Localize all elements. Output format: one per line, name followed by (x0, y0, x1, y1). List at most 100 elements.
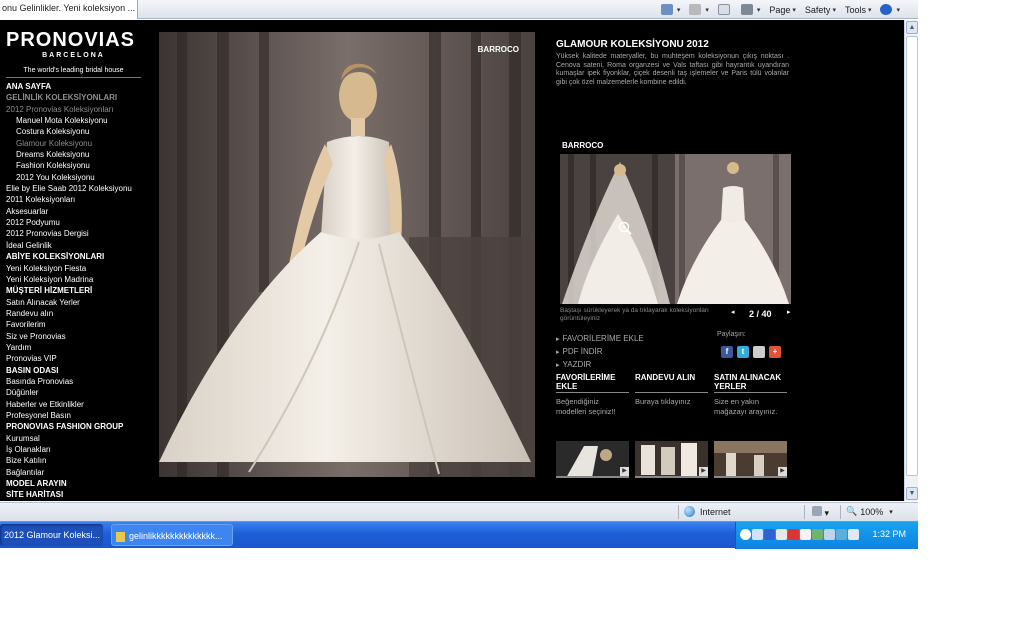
scroll-thumb[interactable] (906, 36, 918, 476)
nav-item[interactable]: 2012 Podyumu (6, 217, 156, 228)
security-icon[interactable] (776, 529, 787, 540)
mail-icon (717, 4, 730, 15)
windows-taskbar: 2012 Glamour Koleksi... gelinlikkkkkkkkk… (0, 521, 918, 549)
taskbar-item-browser[interactable]: 2012 Glamour Koleksi... (0, 524, 103, 546)
app-tray-icon[interactable] (836, 529, 847, 540)
tools-menu[interactable]: Tools ▾ (845, 5, 872, 15)
zoom-dropdown-icon: ▾ (889, 508, 893, 516)
nav-item[interactable]: Dreams Koleksiyonu (6, 149, 156, 160)
update-icon[interactable] (800, 529, 811, 540)
nav-item[interactable]: Elie by Elie Saab 2012 Koleksiyonu (6, 183, 156, 194)
email-share-icon[interactable] (753, 346, 765, 358)
video-thumb-2[interactable]: ▶ (635, 441, 708, 478)
favorites-box[interactable]: FAVORİLERİME EKLE Beğendiğiniz modelleri… (556, 373, 629, 417)
nav-item[interactable]: Haberler ve Etkinlikler (6, 399, 156, 410)
nav-item[interactable]: Kurumsal (6, 433, 156, 444)
stores-box[interactable]: SATIN ALINACAK YERLER Size en yakın mağa… (714, 373, 787, 417)
collection-description: Yüksek kalitede materyaller, bu muhteşem… (556, 53, 789, 86)
help-button[interactable]: ▾ (880, 4, 900, 15)
nav-item[interactable]: Profesyonel Basın (6, 410, 156, 421)
nav-item[interactable]: Yeni Koleksiyon Madrina (6, 274, 156, 285)
nav-item[interactable]: Siz ve Pronovias (6, 331, 156, 342)
home-button[interactable]: ▾ (660, 4, 680, 15)
vertical-scrollbar[interactable]: ▲ ▼ (904, 20, 918, 501)
nav-item[interactable]: MODEL ARAYIN (6, 478, 156, 489)
nav-item[interactable]: Basında Pronovias (6, 376, 156, 387)
home-icon (660, 4, 673, 15)
monitor-icon[interactable] (824, 529, 835, 540)
mail-button[interactable] (717, 4, 732, 15)
nav-item[interactable]: GELİNLİK KOLEKSİYONLARI (6, 92, 156, 103)
nav-item[interactable]: MÜŞTERİ HİZMETLERİ (6, 285, 156, 296)
nav-item[interactable]: Glamour Koleksiyonu (6, 138, 156, 149)
shield-tray-icon[interactable] (812, 529, 823, 540)
nav-item[interactable]: İş Olanakları (6, 444, 156, 455)
gallery-prev-button[interactable]: ◂ (731, 308, 735, 316)
nav-item[interactable]: Bağlantılar (6, 467, 156, 478)
share-icons: f t + (721, 346, 785, 358)
taskbar-item-paint[interactable]: gelinlikkkkkkkkkkkkkk... (111, 524, 233, 546)
twitter-icon[interactable]: t (737, 346, 749, 358)
site-navigation: ANA SAYFA GELİNLİK KOLEKSİYONLARI 2012 Pro… (6, 81, 156, 501)
globe-icon (684, 506, 695, 517)
appointment-box[interactable]: RANDEVU ALIN Buraya tıklayınız (635, 373, 708, 407)
main-dress-photo[interactable]: BARROCO (159, 32, 535, 477)
page-menu[interactable]: Page ▾ (769, 5, 796, 15)
safety-menu[interactable]: Safety ▾ (805, 5, 836, 15)
nav-item[interactable]: SİTE HARİTASI (6, 489, 156, 500)
nav-item[interactable]: 2012 Pronovias Dergisi (6, 228, 156, 239)
nav-item[interactable]: Düğünler (6, 387, 156, 398)
nav-item[interactable]: Yardım (6, 342, 156, 353)
video-thumb-1[interactable]: ▶ (556, 441, 629, 478)
browser-tab[interactable]: onu Gelinlikler. Yeni koleksiyon ... (0, 0, 138, 19)
rss-icon (689, 4, 702, 15)
pronovias-logo[interactable]: PRONOVIAS BARCELONA The world's leading … (6, 29, 141, 78)
nav-item[interactable]: 2012 Pronovias Koleksiyonları (6, 104, 156, 115)
nav-item[interactable]: Bize Katılın (6, 455, 156, 466)
nav-item[interactable]: Costura Koleksiyonu (6, 126, 156, 137)
video-thumb-3[interactable]: ▶ (714, 441, 787, 478)
nav-item[interactable]: Manuel Mota Koleksiyonu (6, 115, 156, 126)
nav-item[interactable]: Fashion Koleksiyonu (6, 160, 156, 171)
nav-item[interactable]: Yeni Koleksiyon Fiesta (6, 263, 156, 274)
print-link[interactable]: YAZDIR (556, 359, 644, 372)
scroll-down-button[interactable]: ▼ (906, 487, 918, 500)
scroll-up-button[interactable]: ▲ (906, 21, 918, 34)
tray-arrow-icon[interactable] (740, 529, 751, 540)
nav-item[interactable]: ANA SAYFA (6, 81, 156, 92)
nav-item[interactable]: Pronovias VIP (6, 353, 156, 364)
nav-item[interactable]: İdeal Gelinlik (6, 240, 156, 251)
pdf-download-link[interactable]: PDF İNDİR (556, 346, 644, 359)
zoom-level: 100% (860, 506, 884, 517)
facebook-icon[interactable]: f (721, 346, 733, 358)
antivirus-icon[interactable] (788, 529, 799, 540)
system-tray: 1:32 PM (735, 522, 918, 549)
bluetooth-icon[interactable] (764, 529, 775, 540)
print-button[interactable]: ▾ (740, 4, 760, 15)
nav-item[interactable]: Satın Alınacak Yerler (6, 297, 156, 308)
volume-icon[interactable] (848, 529, 859, 540)
shield-icon (812, 506, 822, 516)
nav-item[interactable]: 2011 Koleksiyonları (6, 194, 156, 205)
page-menu-label: Page (769, 4, 791, 15)
zoom-icon[interactable] (618, 221, 632, 235)
gallery-image-1[interactable] (560, 154, 675, 304)
zoom-control[interactable]: 🔍 100% ▾ (846, 506, 893, 517)
gallery-next-button[interactable]: ▸ (787, 308, 791, 316)
safety-menu-label: Safety (804, 4, 831, 15)
protected-mode-button[interactable]: ▾ (812, 506, 829, 519)
nav-item[interactable]: PRONOVIAS FASHION GROUP (6, 421, 156, 432)
more-share-icon[interactable]: + (769, 346, 781, 358)
nav-item[interactable]: Favorilerim (6, 319, 156, 330)
logo-name: PRONOVIAS (6, 29, 136, 51)
nav-item[interactable]: BASIN ODASI (6, 365, 156, 376)
nav-item[interactable]: Aksesuarlar (6, 206, 156, 217)
nav-item[interactable]: Randevu alın (6, 308, 156, 319)
gallery-image-2[interactable] (675, 154, 791, 304)
add-favorites-link[interactable]: FAVORİLERİME EKLE (556, 333, 644, 346)
nav-item[interactable]: ABİYE KOLEKSİYONLARI (6, 251, 156, 262)
nav-item[interactable]: 2012 You Koleksiyonu (6, 172, 156, 183)
action-links: FAVORİLERİME EKLE PDF İNDİR YAZDIR (556, 333, 644, 372)
feeds-button[interactable]: ▾ (689, 4, 709, 15)
network-icon[interactable] (752, 529, 763, 540)
